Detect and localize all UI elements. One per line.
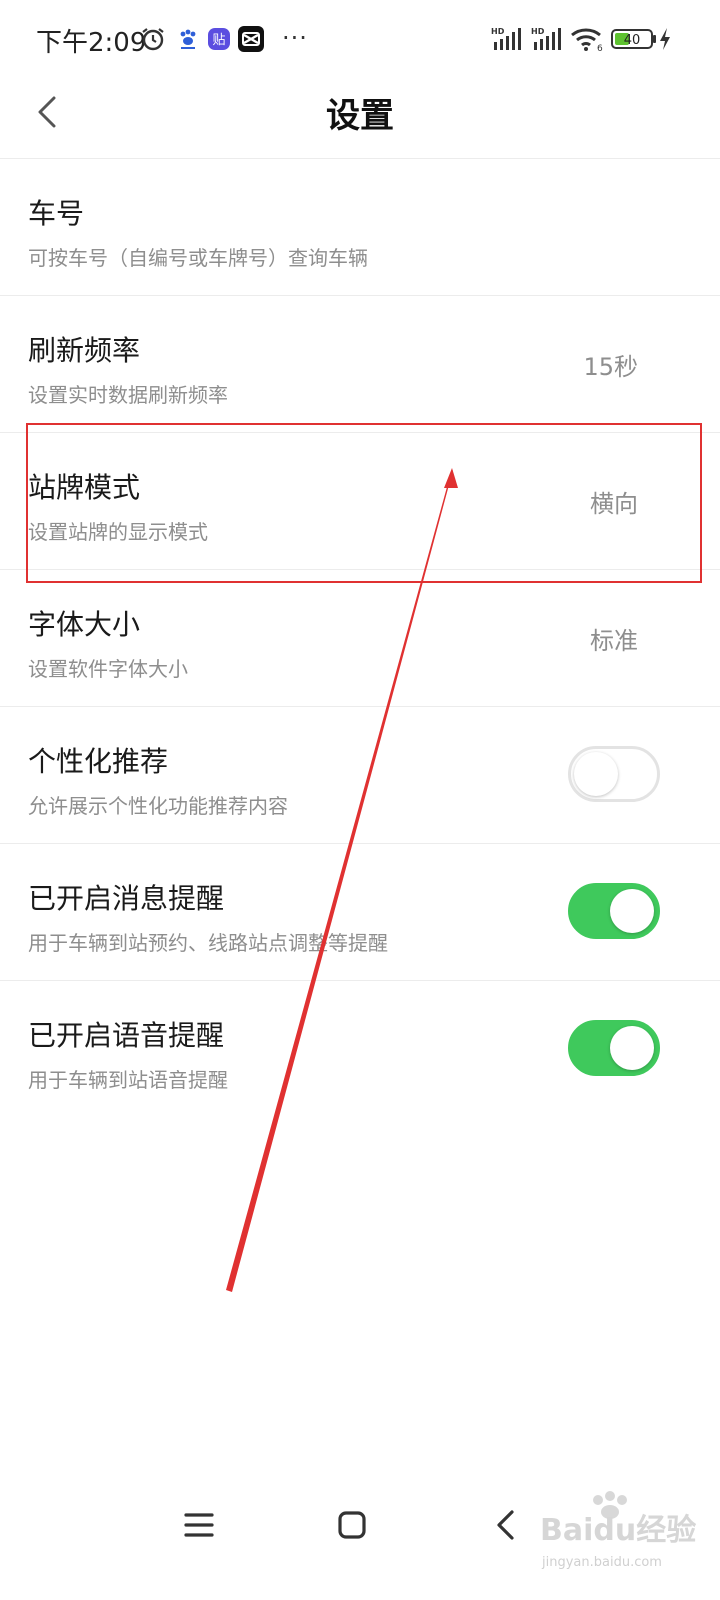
- toggle-knob: [574, 752, 618, 796]
- baidu-jingyan-watermark: Baidu经验 jingyan.baidu.com: [538, 1490, 708, 1580]
- setting-subtitle: 允许展示个性化功能推荐内容: [28, 794, 288, 818]
- baidu-paw-icon: [175, 26, 201, 52]
- charging-icon: [658, 26, 672, 56]
- setting-value: 15秒: [583, 353, 638, 381]
- watermark-url: jingyan.baidu.com: [541, 1555, 662, 1570]
- setting-row-refresh-rate[interactable]: 刷新频率 设置实时数据刷新频率 15秒: [0, 295, 720, 431]
- menu-icon: [184, 1513, 214, 1537]
- signal-hd-label: HD: [491, 27, 505, 36]
- page-title: 设置: [326, 96, 394, 136]
- menu-button[interactable]: [174, 1500, 224, 1550]
- back-chevron-icon: [497, 1510, 514, 1540]
- setting-title: 已开启语音提醒: [28, 1019, 225, 1052]
- voice-reminder-toggle[interactable]: [568, 1020, 660, 1076]
- battery-level: 40: [624, 33, 641, 48]
- home-square-icon: [338, 1511, 366, 1539]
- home-button[interactable]: [327, 1500, 377, 1550]
- tieba-app-icon: 贴: [206, 26, 232, 52]
- setting-subtitle: 设置实时数据刷新频率: [28, 383, 228, 407]
- setting-title: 车号: [28, 197, 85, 230]
- signal-icon-2: HD: [530, 26, 564, 56]
- toggle-knob: [610, 889, 654, 933]
- more-notifications: ···: [282, 24, 308, 52]
- setting-value: 标准: [590, 627, 638, 655]
- toggle-knob: [610, 1026, 654, 1070]
- signal-hd-label-2: HD: [531, 27, 545, 36]
- status-bar: 下午2:09 贴 ··· HD HD 6 40: [0, 0, 720, 80]
- setting-row-voice-reminder: 已开启语音提醒 用于车辆到站语音提醒: [0, 980, 720, 1116]
- setting-subtitle: 用于车辆到站语音提醒: [28, 1068, 228, 1092]
- signal-icon: HD: [490, 26, 524, 56]
- wifi-label: 6: [597, 44, 603, 52]
- capcut-app-icon: [238, 26, 264, 52]
- nav-back-button[interactable]: [481, 1500, 531, 1550]
- setting-title: 刷新频率: [28, 334, 141, 367]
- battery-icon: 40: [611, 26, 657, 56]
- setting-row-font-size[interactable]: 字体大小 设置软件字体大小 标准: [0, 569, 720, 705]
- annotation-highlight-box: [26, 423, 702, 583]
- alarm-icon: [140, 26, 166, 52]
- setting-title: 已开启消息提醒: [28, 882, 225, 915]
- setting-row-bus-number[interactable]: 车号 可按车号（自编号或车牌号）查询车辆: [0, 158, 720, 294]
- setting-row-personalized-recommend: 个性化推荐 允许展示个性化功能推荐内容: [0, 706, 720, 842]
- setting-title: 字体大小: [28, 608, 141, 641]
- setting-subtitle: 可按车号（自编号或车牌号）查询车辆: [28, 246, 368, 270]
- setting-subtitle: 用于车辆到站预约、线路站点调整等提醒: [28, 931, 388, 955]
- setting-title: 个性化推荐: [28, 745, 169, 778]
- setting-row-message-reminder: 已开启消息提醒 用于车辆到站预约、线路站点调整等提醒: [0, 843, 720, 979]
- message-reminder-toggle[interactable]: [568, 883, 660, 939]
- wifi-icon: 6: [570, 26, 606, 56]
- watermark-brand: Baidu经验: [540, 1513, 696, 1548]
- status-time: 下午2:09: [36, 28, 147, 58]
- setting-subtitle: 设置软件字体大小: [28, 657, 188, 681]
- svg-text:贴: 贴: [212, 33, 225, 48]
- personalized-recommend-toggle[interactable]: [568, 746, 660, 802]
